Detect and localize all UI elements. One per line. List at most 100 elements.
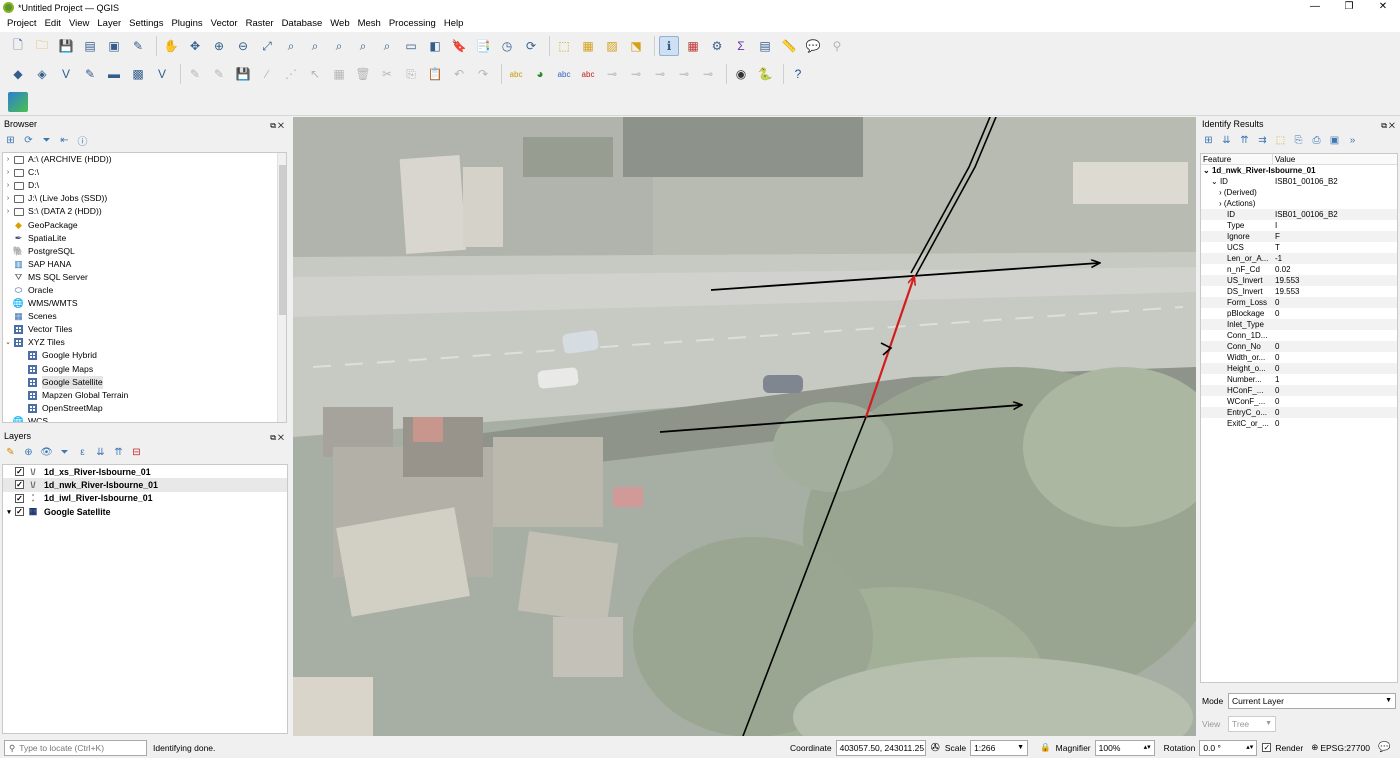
menu-mesh[interactable]: Mesh — [354, 18, 385, 29]
crs-icon[interactable]: ⊕ — [1311, 742, 1318, 753]
python-console-icon[interactable]: 🐍 — [755, 64, 775, 84]
clear-results-icon[interactable]: ⬚ — [1274, 134, 1287, 147]
toolbox-icon[interactable]: ⚙ — [707, 36, 727, 56]
browser-item[interactable]: Google Hybrid — [3, 349, 286, 362]
attribute-row[interactable]: pBlockage 0 — [1201, 308, 1397, 319]
maximize-button[interactable]: ❐ — [1332, 0, 1366, 15]
pan-map-icon[interactable]: ✋ — [161, 36, 181, 56]
pan-to-selection-icon[interactable]: ✥ — [185, 36, 205, 56]
select-features-icon[interactable]: ▣ — [1328, 134, 1341, 147]
menu-plugins[interactable]: Plugins — [167, 18, 206, 29]
statistics-icon[interactable]: Σ — [731, 36, 751, 56]
locator-input[interactable]: ⚲ Type to locate (Ctrl+K) — [4, 739, 147, 756]
filter-icon[interactable]: ⏷ — [40, 134, 53, 147]
expand-arrow-icon[interactable]: ▾ — [3, 508, 15, 516]
browser-item[interactable]: › A:\ (ARCHIVE (HDD)) — [3, 153, 286, 166]
open-data-source-manager-icon[interactable]: ◆ — [8, 64, 28, 84]
new-print-layout-icon[interactable]: ▤ — [80, 36, 100, 56]
browser-item[interactable]: ⬭ Oracle — [3, 284, 286, 297]
browser-scrollbar[interactable] — [277, 153, 286, 422]
metasearch-icon[interactable]: ◉ — [731, 64, 751, 84]
feature-id-row[interactable]: ⌄ ID ISB01_00106_B2 — [1201, 176, 1397, 187]
add-vector-layer-icon[interactable]: V — [152, 64, 172, 84]
collapse-all-icon[interactable]: ⇈ — [112, 446, 125, 459]
view-select[interactable]: Tree ▼ — [1228, 716, 1276, 732]
attribute-row[interactable]: Conn_1D... — [1201, 330, 1397, 341]
magnifier-field[interactable]: 100% ▴▾ — [1094, 739, 1155, 756]
refresh-icon[interactable]: ⟳ — [22, 134, 35, 147]
new-bookmark-icon[interactable]: 🔖 — [449, 36, 469, 56]
new-spatialite-layer-icon[interactable]: ✎ — [80, 64, 100, 84]
change-label-icon[interactable]: ⊸ — [674, 64, 694, 84]
browser-item[interactable]: ▦ Scenes — [3, 310, 286, 323]
new-shapefile-layer-icon[interactable]: V — [56, 64, 76, 84]
attribute-table-icon[interactable]: ▦ — [683, 36, 703, 56]
lock-scale-icon[interactable]: 🔒 — [1040, 742, 1051, 753]
more-options-icon[interactable]: » — [1346, 134, 1359, 147]
new-map-view-icon[interactable]: ▭ — [401, 36, 421, 56]
browser-item[interactable]: ⌄ XYZ Tiles — [3, 336, 286, 349]
browser-item[interactable]: ⛛ MS SQL Server — [3, 271, 286, 284]
layout-manager-icon[interactable]: ▣ — [104, 36, 124, 56]
menu-project[interactable]: Project — [3, 18, 41, 29]
style-manager-icon[interactable]: ✎ — [128, 36, 148, 56]
zoom-out-icon[interactable]: ⊖ — [233, 36, 253, 56]
layer-visibility-checkbox[interactable]: ✓ — [15, 480, 24, 490]
show-bookmarks-icon[interactable]: 📑 — [473, 36, 493, 56]
attribute-row[interactable]: WConF_... 0 — [1201, 396, 1397, 407]
rotation-field[interactable]: 0.0 ° ▴▾ — [1199, 739, 1258, 756]
minimize-button[interactable]: — — [1298, 0, 1332, 15]
save-project-icon[interactable]: 💾 — [56, 36, 76, 56]
mode-select[interactable]: Current Layer ▼ — [1228, 693, 1396, 709]
messages-icon[interactable]: 💬 — [1378, 742, 1390, 753]
zoom-selection-icon[interactable]: ⌕ — [281, 36, 301, 56]
attribute-row[interactable]: US_Invert 19.553 — [1201, 275, 1397, 286]
crs-button[interactable]: EPSG:27700 — [1320, 743, 1370, 753]
browser-item[interactable]: OpenStreetMap — [3, 402, 286, 415]
attribute-row[interactable]: Type I — [1201, 220, 1397, 231]
filter-by-expression-icon[interactable]: ε — [76, 446, 89, 459]
layer-visibility-checkbox[interactable]: ✓ — [15, 507, 24, 517]
menu-view[interactable]: View — [65, 18, 93, 29]
browser-item[interactable]: › D:\ — [3, 179, 286, 192]
derived-row[interactable]: › (Derived) — [1201, 187, 1397, 198]
diagram-options-icon[interactable]: ◕ — [530, 64, 550, 84]
highlight-label-icon[interactable]: abc — [554, 64, 574, 84]
browser-item[interactable]: › S:\ (DATA 2 (HDD)) — [3, 205, 286, 218]
layer-visibility-checkbox[interactable]: ✓ — [15, 467, 24, 477]
attribute-row[interactable]: EntryC_o... 0 — [1201, 407, 1397, 418]
render-checkbox[interactable]: ✓ — [1262, 743, 1272, 752]
attribute-row[interactable]: Inlet_Type — [1201, 319, 1397, 330]
browser-item[interactable]: 🌐 WMS/WMTS — [3, 297, 286, 310]
expand-arrow-icon[interactable]: › — [3, 153, 13, 166]
pin-labels-icon[interactable]: ⊸ — [602, 64, 622, 84]
expand-new-results-icon[interactable]: ⇉ — [1256, 134, 1269, 147]
identify-features-icon[interactable]: ℹ — [659, 36, 679, 56]
zoom-full-icon[interactable]: ⤢ — [257, 36, 277, 56]
browser-item[interactable]: ✒ SpatiaLite — [3, 232, 286, 245]
expand-arrow-icon[interactable]: › — [3, 192, 13, 205]
remove-layer-icon[interactable]: ⊟ — [130, 446, 143, 459]
info-icon[interactable]: ⓘ — [76, 134, 89, 148]
new-3d-map-icon[interactable]: ◧ — [425, 36, 445, 56]
save-edits-icon[interactable]: 💾 — [233, 64, 253, 84]
paste-features-icon[interactable]: 📋 — [425, 64, 445, 84]
digitize-icon[interactable]: ∕ — [257, 64, 277, 84]
expand-all-icon[interactable]: ⇊ — [94, 446, 107, 459]
collapse-all-icon[interactable]: ⇈ — [1238, 134, 1251, 147]
attribute-row[interactable]: HConF_... 0 — [1201, 385, 1397, 396]
filter-legend-icon[interactable]: ⏷ — [58, 446, 71, 459]
attribute-row[interactable]: ExitC_or_... 0 — [1201, 418, 1397, 429]
expand-arrow-icon[interactable]: ⌄ — [3, 336, 13, 349]
browser-item[interactable]: › J:\ (Live Jobs (SSD)) — [3, 192, 286, 205]
browser-item[interactable]: ◆ GeoPackage — [3, 218, 286, 231]
layer-item[interactable]: ▾ ✓ ▦ Google Satellite — [3, 505, 287, 518]
toggle-extents-icon[interactable]: ✇ — [931, 741, 940, 754]
browser-item[interactable]: › C:\ — [3, 166, 286, 179]
add-delimited-text-icon[interactable]: ▬ — [104, 64, 124, 84]
zoom-layer-icon[interactable]: ⌕ — [305, 36, 325, 56]
layer-visibility-checkbox[interactable]: ✓ — [15, 493, 24, 503]
layer-item[interactable]: ✓ \/ 1d_nwk_River-Isbourne_01 — [3, 478, 287, 492]
add-group-icon[interactable]: ⊕ — [22, 446, 35, 459]
label-toolbar-icon[interactable]: abc — [506, 64, 526, 84]
